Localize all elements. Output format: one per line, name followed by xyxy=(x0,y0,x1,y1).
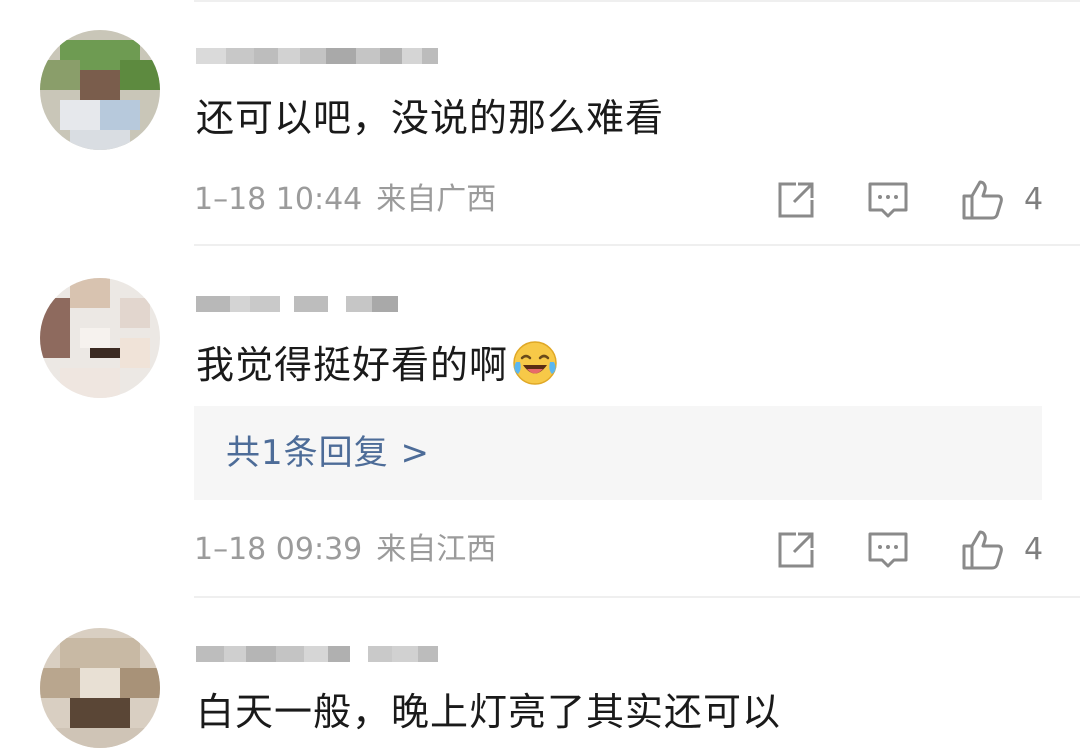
avatar[interactable] xyxy=(40,278,160,398)
like-count: 4 xyxy=(1024,182,1044,217)
comment-icon xyxy=(868,532,908,568)
comment-text: 还可以吧，没说的那么难看 xyxy=(196,96,665,140)
comment-time: 1–18 09:39 来自江西 xyxy=(194,528,496,572)
comment-text-content: 我觉得挺好看的啊 xyxy=(196,343,509,387)
comment-meta: 1–18 09:39 来自江西 4 xyxy=(194,528,1043,572)
thumbs-up-icon xyxy=(962,180,1003,220)
like-button[interactable]: 4 xyxy=(960,178,1043,222)
comment-text: 白天一般，晚上灯亮了其实还可以 xyxy=(196,690,782,734)
comment-text: 我觉得挺好看的啊 xyxy=(196,340,558,389)
divider xyxy=(194,596,1080,598)
comment-meta: 1–18 10:44 来自广西 4 xyxy=(194,178,1043,222)
avatar[interactable] xyxy=(40,30,160,150)
share-button[interactable] xyxy=(774,528,818,572)
location: 来自江西 xyxy=(376,532,497,567)
username-blurred[interactable] xyxy=(196,42,438,70)
divider xyxy=(194,244,1080,246)
reply-summary[interactable]: 共1条回复 > xyxy=(194,406,1042,500)
comment-button[interactable] xyxy=(866,528,910,572)
like-count: 4 xyxy=(1024,532,1044,567)
username-blurred[interactable] xyxy=(196,290,398,318)
timestamp: 1–18 10:44 xyxy=(194,182,363,217)
like-button[interactable]: 4 xyxy=(960,528,1043,572)
view-replies-link[interactable]: 共1条回复 > xyxy=(226,428,430,478)
comment-time: 1–18 10:44 来自广西 xyxy=(194,178,496,222)
username-blurred[interactable] xyxy=(196,640,438,668)
timestamp: 1–18 09:39 xyxy=(194,532,363,567)
divider xyxy=(194,0,1080,2)
laugh-cry-emoji xyxy=(513,341,557,385)
avatar[interactable] xyxy=(40,628,160,748)
share-button[interactable] xyxy=(774,178,818,222)
location: 来自广西 xyxy=(376,182,497,217)
share-icon xyxy=(778,532,814,568)
comment-button[interactable] xyxy=(866,178,910,222)
comment-icon xyxy=(868,182,908,218)
share-icon xyxy=(778,182,814,218)
thumbs-up-icon xyxy=(962,530,1003,570)
comment-list: 还可以吧，没说的那么难看 1–18 10:44 来自广西 4 我觉得挺好看的啊 … xyxy=(0,0,1080,756)
